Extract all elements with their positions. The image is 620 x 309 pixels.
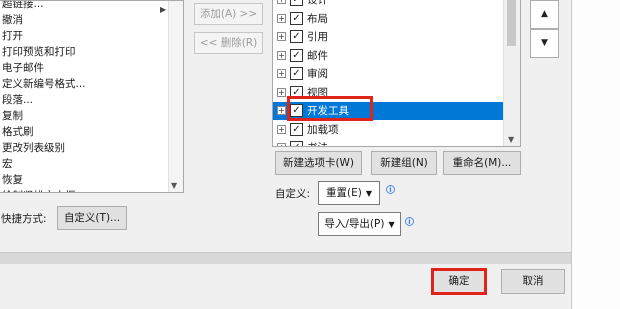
expand-icon[interactable]: + xyxy=(277,124,286,134)
developer-tab-highlight xyxy=(287,96,373,121)
command-item[interactable]: 打开 xyxy=(2,28,23,44)
ribbon-tab-label: 布局 xyxy=(307,12,328,25)
import-export-dropdown[interactable]: 导入/导出(P) ▼ xyxy=(318,212,401,236)
command-item[interactable]: 复制 xyxy=(2,108,23,124)
customize-label: 自定义: xyxy=(275,188,311,200)
command-item[interactable]: 段落... xyxy=(2,92,33,108)
expand-icon[interactable]: + xyxy=(277,87,286,97)
ribbon-tab-row[interactable]: + ✓ 书法 xyxy=(273,139,505,146)
ribbon-tab-label: 设计 xyxy=(307,0,328,6)
command-item[interactable]: 撤消 xyxy=(2,12,23,28)
ribbon-tab-row[interactable]: + ✓ 引用 xyxy=(273,28,505,46)
tab-checkbox[interactable]: ✓ xyxy=(290,11,303,25)
ribbon-tab-label: 书法 xyxy=(307,139,328,146)
rename-button[interactable]: 重命名(M)... xyxy=(443,151,521,175)
move-up-button[interactable]: ▲ xyxy=(530,0,559,29)
tab-checkbox[interactable]: ✓ xyxy=(290,67,303,80)
expand-icon[interactable]: + xyxy=(277,69,286,78)
ribbon-tab-label: 加载项 xyxy=(307,123,339,136)
dialog-right-edge xyxy=(571,0,620,309)
ok-button-highlight xyxy=(431,268,487,295)
command-item[interactable]: 超链接... xyxy=(2,1,44,12)
expand-icon[interactable]: + xyxy=(277,32,286,41)
command-item[interactable]: 恢复 xyxy=(2,172,23,188)
cancel-button[interactable]: 取消 xyxy=(501,269,565,294)
commands-list[interactable]: 超链接... 撤消 打开 打印预览和打印 电子邮件 定义新编号格式... 段落... 复制 格式… xyxy=(0,0,184,193)
shortcut-label: 快捷方式: xyxy=(1,213,47,225)
submenu-arrow-icon: ▶ xyxy=(160,5,167,14)
reset-dropdown[interactable]: 重置(E) ▼ xyxy=(318,181,380,205)
command-item[interactable]: 电子邮件 xyxy=(2,60,44,76)
import-export-label: 导入/导出(P) xyxy=(324,218,385,230)
expand-icon[interactable]: + xyxy=(277,106,286,115)
move-down-button[interactable]: ▼ xyxy=(530,29,559,58)
scroll-down-arrow-icon[interactable]: ▼ xyxy=(508,135,514,144)
command-item[interactable]: 宏 xyxy=(2,156,13,172)
tab-checkbox[interactable]: ✓ xyxy=(290,122,303,136)
ribbon-tree-scrollbar[interactable]: ▼ xyxy=(503,0,520,146)
reset-info-icon[interactable]: i xyxy=(386,185,395,194)
tab-checkbox[interactable]: ✓ xyxy=(290,141,303,146)
bottom-separator xyxy=(0,252,571,264)
tab-checkbox[interactable]: ✓ xyxy=(290,30,303,43)
tab-checkbox[interactable]: ✓ xyxy=(290,48,303,62)
command-item[interactable]: 更改列表级别 xyxy=(2,140,65,156)
expand-icon[interactable]: + xyxy=(277,13,286,23)
ribbon-tab-row[interactable]: + ✓ 加载项 xyxy=(273,121,505,139)
commands-scrollbar[interactable]: ▼ xyxy=(168,1,183,192)
remove-button[interactable]: << 删除(R) xyxy=(194,32,263,54)
command-item[interactable]: 绘制竖排文本框 xyxy=(2,188,76,192)
command-item[interactable]: 打印预览和打印 xyxy=(2,44,76,60)
ribbon-tab-label: 引用 xyxy=(307,31,328,43)
scroll-down-arrow-icon[interactable]: ▼ xyxy=(171,181,177,190)
ribbon-tab-label: 邮件 xyxy=(307,49,328,62)
expand-icon[interactable]: + xyxy=(277,0,286,4)
command-item[interactable]: 格式刷 xyxy=(2,124,34,140)
dropdown-caret-icon: ▼ xyxy=(388,220,395,229)
new-group-button[interactable]: 新建组(N) xyxy=(371,151,437,175)
import-export-info-icon[interactable]: i xyxy=(405,217,414,226)
expand-icon[interactable]: + xyxy=(277,143,286,146)
ribbon-tab-row[interactable]: + ✓ 设计 xyxy=(273,0,505,9)
ribbon-tabs-tree[interactable]: +✓设计+✓布局+✓引用+✓邮件+✓审阅+✓视图+✓开发工具+✓加载项+✓书法 … xyxy=(272,0,521,147)
reset-label: 重置(E) xyxy=(326,187,362,199)
dropdown-caret-icon: ▼ xyxy=(365,189,372,198)
ribbon-tab-row[interactable]: + ✓ 邮件 xyxy=(273,47,505,65)
ribbon-tab-label: 审阅 xyxy=(307,68,328,80)
scroll-thumb[interactable] xyxy=(507,0,516,46)
tab-checkbox[interactable]: ✓ xyxy=(290,0,303,6)
command-item[interactable]: 定义新编号格式... xyxy=(2,76,86,92)
customize-shortcut-button[interactable]: 自定义(T)... xyxy=(57,206,127,230)
ribbon-tab-row[interactable]: + ✓ 布局 xyxy=(273,10,505,28)
add-button[interactable]: 添加(A) >> xyxy=(194,3,263,25)
ribbon-tab-row[interactable]: + ✓ 审阅 xyxy=(273,65,505,83)
expand-icon[interactable]: + xyxy=(277,50,286,60)
new-tab-button[interactable]: 新建选项卡(W) xyxy=(275,151,362,175)
